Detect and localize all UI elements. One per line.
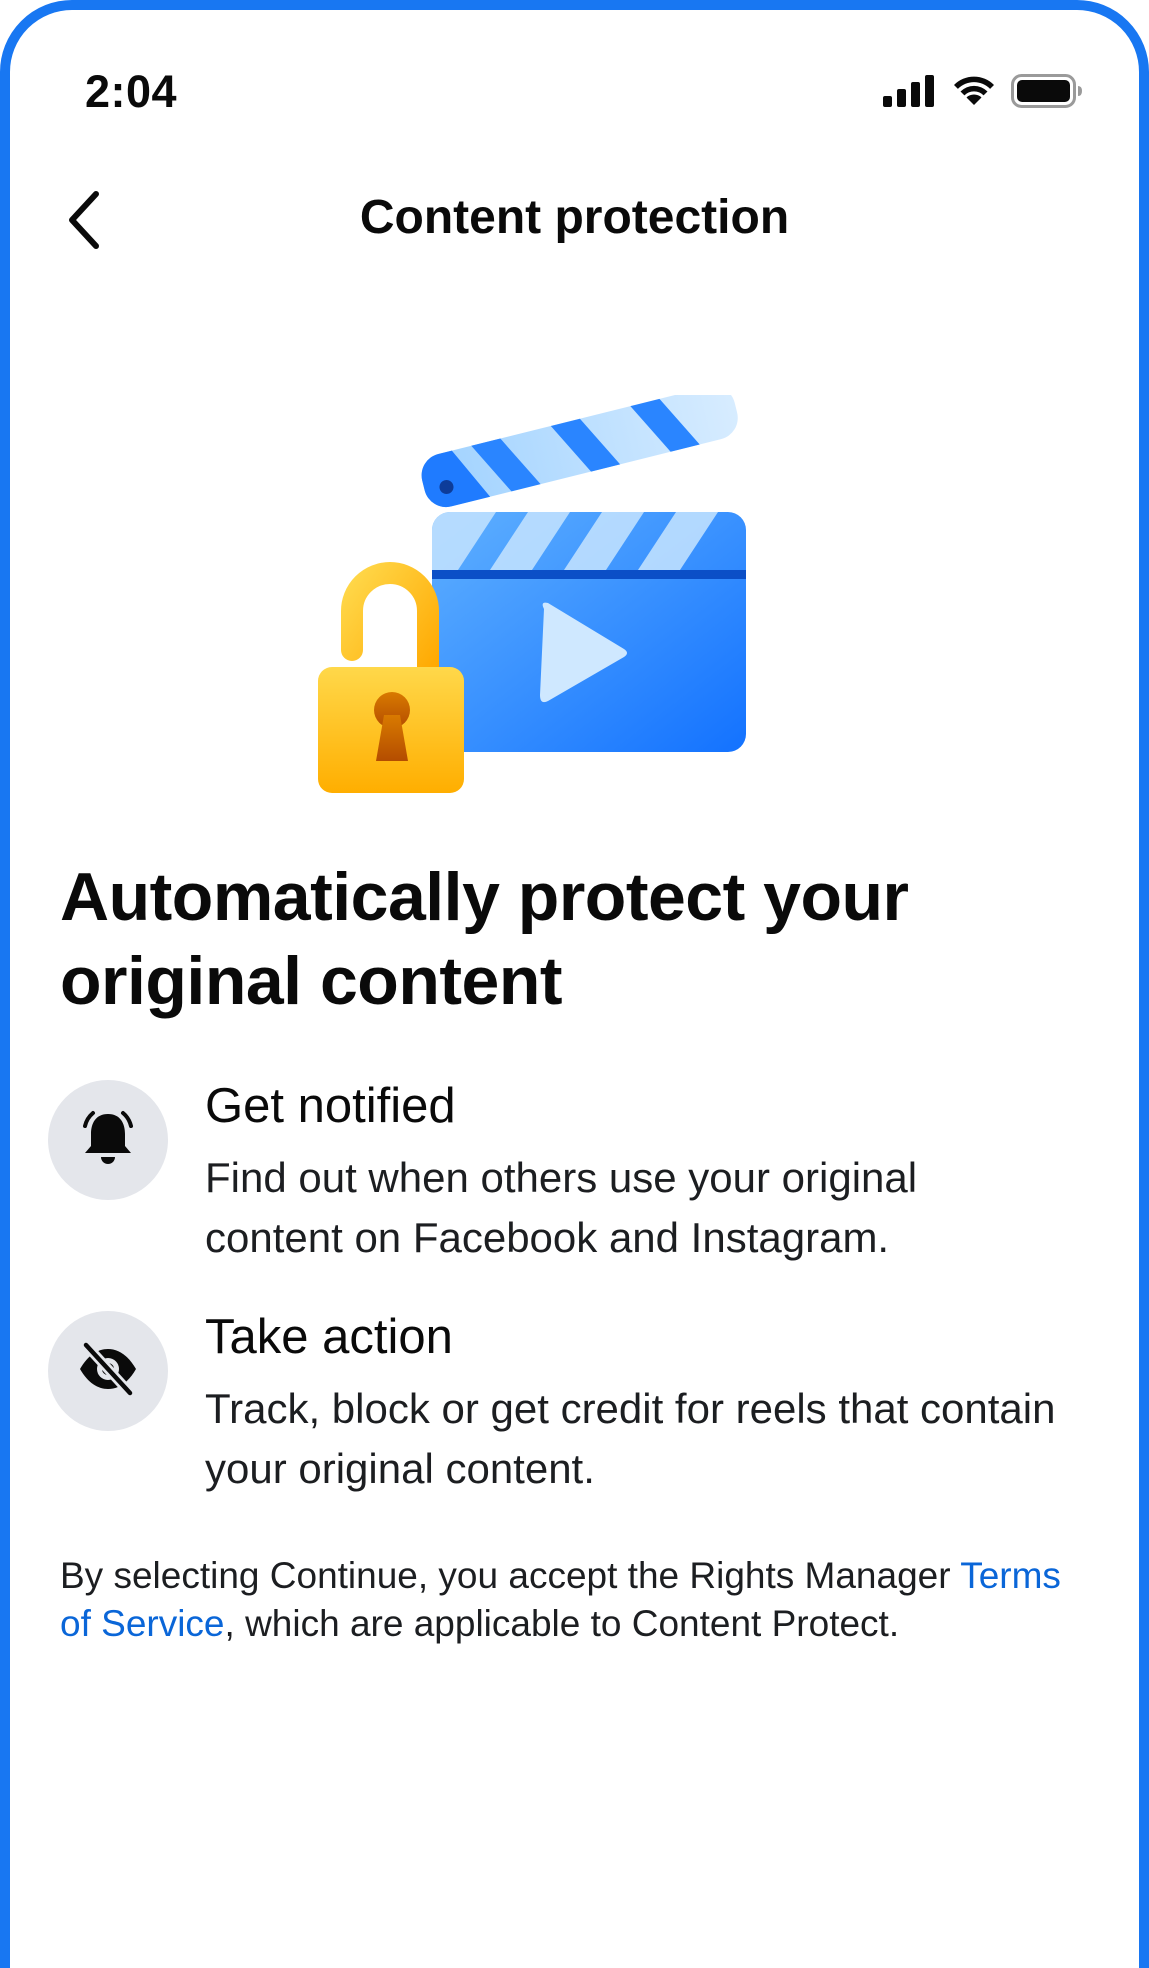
feature-description: Track, block or get credit for reels tha… <box>205 1385 1056 1492</box>
eye-slash-icon <box>76 1337 140 1406</box>
legal-disclaimer: By selecting Continue, you accept the Ri… <box>60 1552 1070 1648</box>
headline: Automatically protect your original cont… <box>60 859 909 1019</box>
feature-description: Find out when others use your original c… <box>205 1154 918 1261</box>
feature-title: Take action <box>205 1310 453 1364</box>
wifi-icon <box>951 74 997 113</box>
battery-icon <box>1011 74 1083 113</box>
bell-icon <box>76 1106 140 1175</box>
legal-prefix: By selecting Continue, you accept the Ri… <box>60 1555 961 1596</box>
feature-title: Get notified <box>205 1079 456 1133</box>
feature-icon-circle <box>48 1311 168 1431</box>
feature-icon-circle <box>48 1080 168 1200</box>
hero-illustration <box>300 386 780 815</box>
page-title: Content protection <box>359 191 790 244</box>
status-icons <box>883 74 1083 113</box>
legal-suffix: , which are applicable to Content Protec… <box>224 1603 900 1644</box>
status-time: 2:04 <box>85 66 178 117</box>
cellular-signal-icon <box>883 75 937 112</box>
